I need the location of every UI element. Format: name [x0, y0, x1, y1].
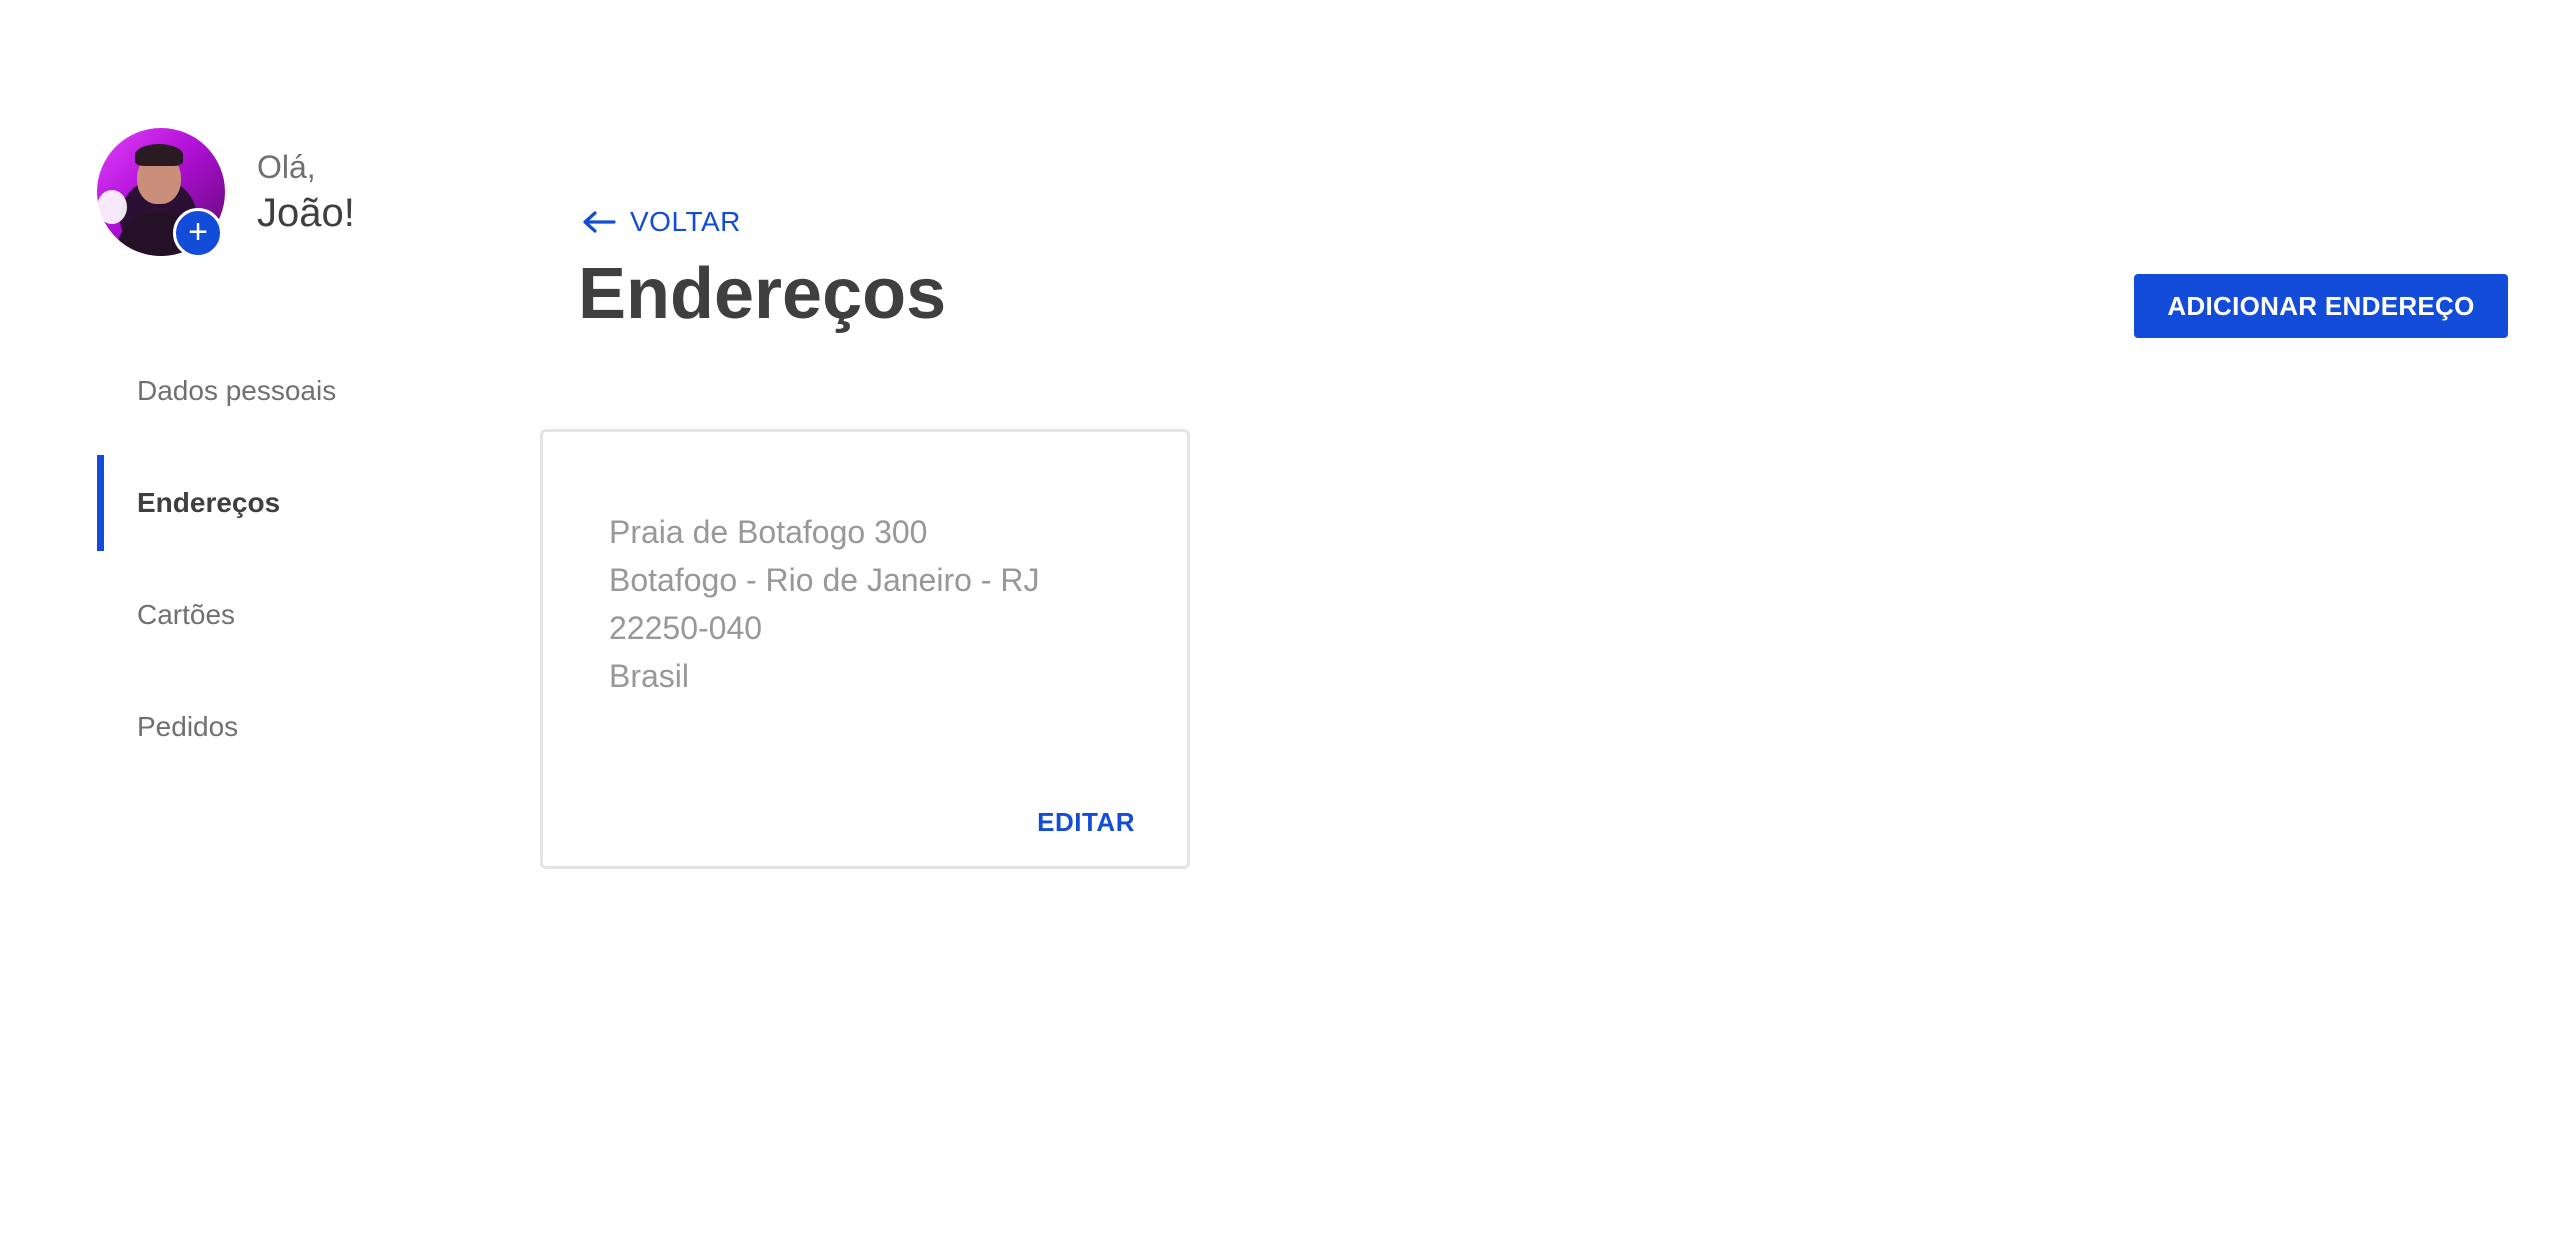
sidebar-nav: Dados pessoais Endereços Cartões Pedidos [97, 335, 397, 783]
sidebar-item-cartoes[interactable]: Cartões [97, 559, 397, 671]
avatar-hair [135, 144, 183, 166]
sidebar-item-pedidos[interactable]: Pedidos [97, 671, 397, 783]
address-city: Botafogo - Rio de Janeiro - RJ [609, 562, 1040, 598]
greeting: Olá, João! [257, 147, 355, 237]
sidebar-item-dados-pessoais[interactable]: Dados pessoais [97, 335, 397, 447]
sidebar-item-label: Endereços [137, 487, 281, 518]
sidebar-item-enderecos[interactable]: Endereços [97, 447, 397, 559]
address-lines: Praia de Botafogo 300 Botafogo - Rio de … [609, 508, 1039, 700]
add-photo-button[interactable]: + [173, 208, 223, 258]
avatar[interactable]: + [97, 128, 225, 258]
active-indicator [97, 455, 104, 551]
avatar-light-flare [97, 190, 127, 224]
greeting-name: João! [257, 190, 355, 235]
greeting-hello: Olá, [257, 149, 316, 186]
sidebar-item-label: Dados pessoais [137, 375, 337, 406]
arrow-left-icon [583, 211, 616, 233]
edit-address-button[interactable]: EDITAR [1037, 807, 1135, 838]
page-title: Endereços [578, 254, 947, 334]
address-zip: 22250-040 [609, 610, 763, 646]
back-link[interactable]: VOLTAR [582, 206, 741, 238]
add-address-button[interactable]: ADICIONAR ENDEREÇO [2134, 274, 2508, 338]
address-card: Praia de Botafogo 300 Botafogo - Rio de … [540, 429, 1190, 869]
page: + Olá, João! Dados pessoais Endereços Ca… [0, 0, 2560, 1248]
profile-header: + Olá, João! [97, 128, 355, 258]
address-country: Brasil [609, 658, 690, 694]
sidebar-item-label: Cartões [137, 599, 236, 630]
plus-icon: + [188, 212, 208, 251]
address-street: Praia de Botafogo 300 [609, 514, 928, 550]
back-label: VOLTAR [630, 206, 741, 237]
sidebar-item-label: Pedidos [137, 711, 239, 742]
